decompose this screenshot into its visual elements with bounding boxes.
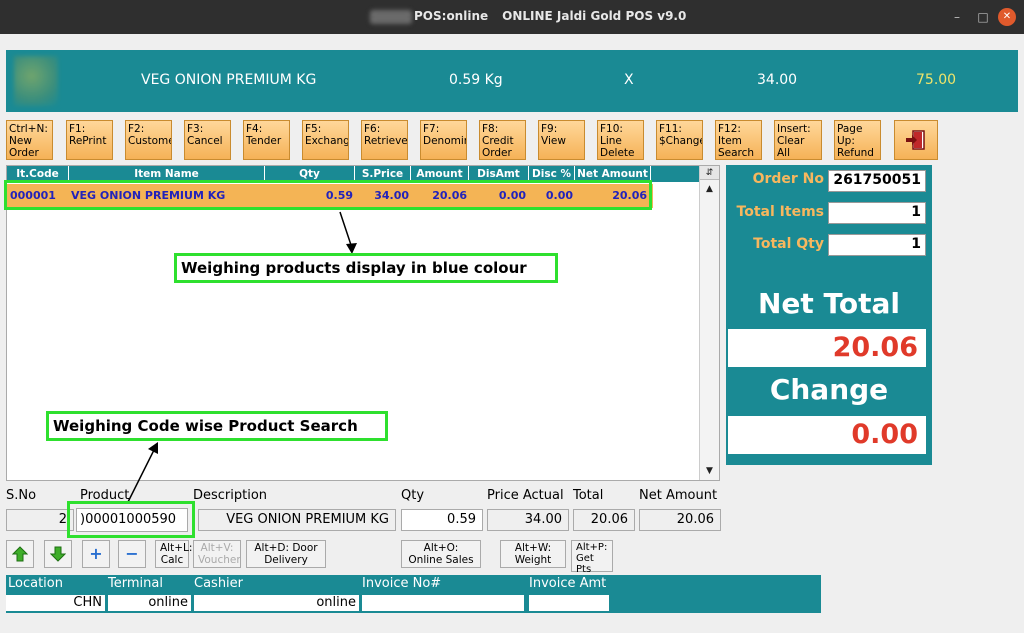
- location-value: CHN: [6, 595, 105, 611]
- current-item-qty: 0.59 Kg: [449, 72, 503, 88]
- order-no-value: 261750051: [828, 170, 926, 192]
- net-amount-field: 20.06: [639, 509, 721, 531]
- cancel-button[interactable]: F3: Cancel: [184, 120, 231, 160]
- summary-panel: Order No 261750051 Total Items 1 Total Q…: [726, 165, 932, 465]
- get-points-button[interactable]: Alt+P: Get Pts: [571, 540, 613, 575]
- exit-button[interactable]: [894, 120, 938, 160]
- maximize-button[interactable]: □: [974, 8, 992, 26]
- blurred-host: [370, 10, 412, 24]
- online-sales-button[interactable]: Alt+O: Online Sales: [401, 540, 481, 568]
- cashier-value: online: [194, 595, 359, 611]
- qty-input[interactable]: 0.59: [401, 509, 483, 531]
- minimize-button[interactable]: –: [948, 8, 966, 26]
- arrow-down-icon: [49, 546, 67, 562]
- total-label: Total: [573, 488, 604, 503]
- terminal-label: Terminal: [108, 576, 163, 591]
- invoice-amt-label: Invoice Amt: [529, 576, 607, 591]
- reprint-button[interactable]: F1: RePrint: [66, 120, 113, 160]
- price-actual-field: 34.00: [487, 509, 569, 531]
- current-item-total: 75.00: [916, 72, 957, 88]
- total-items-label: Total Items: [736, 204, 824, 220]
- denomination-button[interactable]: F7: Denomination: [420, 120, 467, 160]
- change-label: Change: [769, 373, 889, 406]
- scroll-up-icon[interactable]: ▲: [700, 182, 719, 196]
- title-bar: POS:online ONLINE Jaldi Gold POS v9.0 – □…: [0, 0, 1024, 34]
- plus-icon: +: [89, 544, 103, 563]
- move-down-button[interactable]: [44, 540, 72, 568]
- description-label: Description: [193, 488, 268, 503]
- minus-icon: −: [125, 544, 139, 563]
- clear-all-button[interactable]: Insert: Clear All: [774, 120, 822, 160]
- callout-weighing-blue: Weighing products display in blue colour: [174, 253, 558, 283]
- sno-label: S.No: [6, 488, 37, 503]
- window-title: POS:online ONLINE Jaldi Gold POS v9.0: [414, 9, 687, 23]
- plus-button[interactable]: +: [82, 540, 110, 568]
- multiply-sign: X: [624, 72, 634, 88]
- location-label: Location: [8, 576, 63, 591]
- invoice-amt-value: [529, 595, 609, 611]
- close-button[interactable]: ✕: [998, 8, 1016, 26]
- calc-button[interactable]: Alt+L: Calc: [155, 540, 192, 568]
- callout-weighing-search: Weighing Code wise Product Search: [46, 411, 388, 441]
- total-items-value: 1: [828, 202, 926, 224]
- credit-order-button[interactable]: F8: Credit Order: [479, 120, 526, 160]
- change-value: 0.00: [728, 416, 926, 454]
- qty-label: Qty: [401, 488, 425, 503]
- voucher-button[interactable]: Alt+V: Voucher: [193, 540, 241, 568]
- minus-button[interactable]: −: [118, 540, 146, 568]
- retrieve-button[interactable]: F6: Retrieve: [361, 120, 408, 160]
- current-item-price: 34.00: [757, 72, 798, 88]
- view-button[interactable]: F9: View: [538, 120, 585, 160]
- total-qty-label: Total Qty: [753, 236, 824, 252]
- description-field: VEG ONION PREMIUM KG: [198, 509, 396, 531]
- arrow-up-icon: [11, 546, 29, 562]
- door-delivery-button[interactable]: Alt+D: Door Delivery: [246, 540, 326, 568]
- column-chooser-icon[interactable]: ⇵: [700, 166, 719, 180]
- row-highlight-box: [4, 180, 652, 210]
- invoice-no-value: [362, 595, 524, 611]
- current-item-name: VEG ONION PREMIUM KG: [141, 72, 317, 88]
- exit-icon: [906, 130, 925, 150]
- exchange-button[interactable]: F5: Exchange: [302, 120, 349, 160]
- order-no-label: Order No: [752, 171, 824, 187]
- net-total-value: 20.06: [728, 329, 926, 367]
- line-delete-button[interactable]: F10: Line Delete: [597, 120, 644, 160]
- logo: [14, 56, 58, 106]
- refund-button[interactable]: Page Up: Refund: [834, 120, 881, 160]
- product-highlight-box: [67, 501, 195, 538]
- new-order-button[interactable]: Ctrl+N: New Order: [6, 120, 53, 160]
- status-bar: Location Terminal Cashier Invoice No# In…: [6, 575, 821, 613]
- total-qty-value: 1: [828, 234, 926, 256]
- terminal-value: online: [108, 595, 191, 611]
- net-total-label: Net Total: [757, 287, 901, 320]
- price-actual-label: Price Actual: [487, 488, 564, 503]
- net-amount-label: Net Amount: [639, 488, 718, 503]
- current-item-bar: VEG ONION PREMIUM KG 0.59 Kg X 34.00 75.…: [6, 50, 1018, 112]
- weight-button[interactable]: Alt+W: Weight: [500, 540, 566, 568]
- grid-scrollbar[interactable]: ⇵ ▲ ▼: [699, 166, 719, 480]
- total-field: 20.06: [573, 509, 635, 531]
- cashier-label: Cashier: [194, 576, 244, 591]
- move-up-button[interactable]: [6, 540, 34, 568]
- tender-button[interactable]: F4: Tender: [243, 120, 290, 160]
- sno-field: 2: [6, 509, 74, 531]
- change-button[interactable]: F11: $Change: [656, 120, 703, 160]
- scroll-down-icon[interactable]: ▼: [700, 464, 719, 478]
- callout-arrow-icon: [339, 211, 357, 254]
- customer-button[interactable]: F2: Customer: [125, 120, 172, 160]
- invoice-no-label: Invoice No#: [362, 576, 442, 591]
- item-search-button[interactable]: F12: Item Search: [715, 120, 762, 160]
